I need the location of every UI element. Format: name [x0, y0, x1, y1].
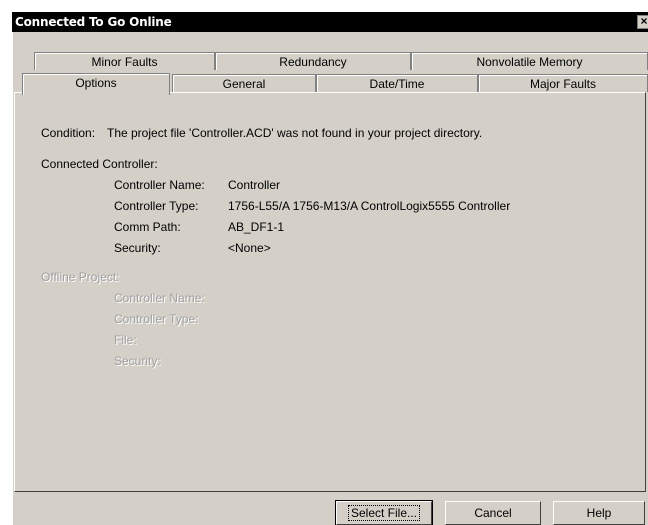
- select-file-button[interactable]: Select File...: [335, 500, 433, 525]
- tab-label: Date/Time: [369, 77, 425, 91]
- close-button[interactable]: ×: [637, 15, 648, 29]
- tab-options[interactable]: Options: [22, 73, 170, 95]
- title-bar[interactable]: Connected To Go Online ×: [12, 12, 648, 32]
- tab-nonvolatile-memory[interactable]: Nonvolatile Memory: [411, 52, 648, 70]
- dialog-window: Connected To Go Online × Minor Faults Re…: [12, 12, 648, 525]
- tab-label: Minor Faults: [91, 55, 158, 69]
- tab-label: General: [222, 77, 266, 91]
- offline-file-label: File:: [114, 333, 137, 347]
- tab-label: Options: [75, 76, 117, 90]
- comm-path-label: Comm Path:: [114, 220, 181, 234]
- tab-minor-faults[interactable]: Minor Faults: [34, 52, 215, 70]
- options-panel: Condition: The project file 'Controller.…: [14, 92, 646, 492]
- window-title: Connected To Go Online: [15, 15, 172, 29]
- comm-path-value: AB_DF1-1: [228, 220, 285, 234]
- offline-project-heading: Offline Project:: [41, 270, 120, 284]
- tab-label: Major Faults: [529, 77, 597, 91]
- tab-date-time[interactable]: Date/Time: [316, 74, 478, 92]
- tab-general[interactable]: General: [172, 74, 316, 92]
- offline-controller-type-label: Controller Type:: [114, 312, 199, 326]
- offline-controller-name-label: Controller Name:: [114, 291, 205, 305]
- help-button[interactable]: Help: [553, 501, 645, 525]
- condition-text: The project file 'Controller.ACD' was no…: [107, 126, 483, 140]
- connected-controller-heading: Connected Controller:: [41, 157, 158, 171]
- tab-label: Redundancy: [279, 55, 347, 69]
- controller-name-label: Controller Name:: [114, 178, 205, 192]
- cancel-button[interactable]: Cancel: [445, 501, 541, 525]
- select-file-label: Select File...: [347, 505, 421, 521]
- help-label: Help: [586, 506, 612, 520]
- tab-major-faults[interactable]: Major Faults: [478, 74, 648, 92]
- tab-label: Nonvolatile Memory: [476, 55, 583, 69]
- cancel-label: Cancel: [474, 506, 512, 520]
- controller-name-value: Controller: [228, 178, 281, 192]
- controller-type-label: Controller Type:: [114, 199, 199, 213]
- tab-redundancy[interactable]: Redundancy: [215, 52, 411, 70]
- controller-type-value: 1756-L55/A 1756-M13/A ControlLogix5555 C…: [228, 199, 511, 213]
- security-value: <None>: [228, 241, 271, 255]
- close-icon: ×: [640, 14, 648, 28]
- offline-security-label: Security:: [114, 354, 161, 368]
- security-label: Security:: [114, 241, 161, 255]
- condition-label: Condition:: [41, 126, 96, 140]
